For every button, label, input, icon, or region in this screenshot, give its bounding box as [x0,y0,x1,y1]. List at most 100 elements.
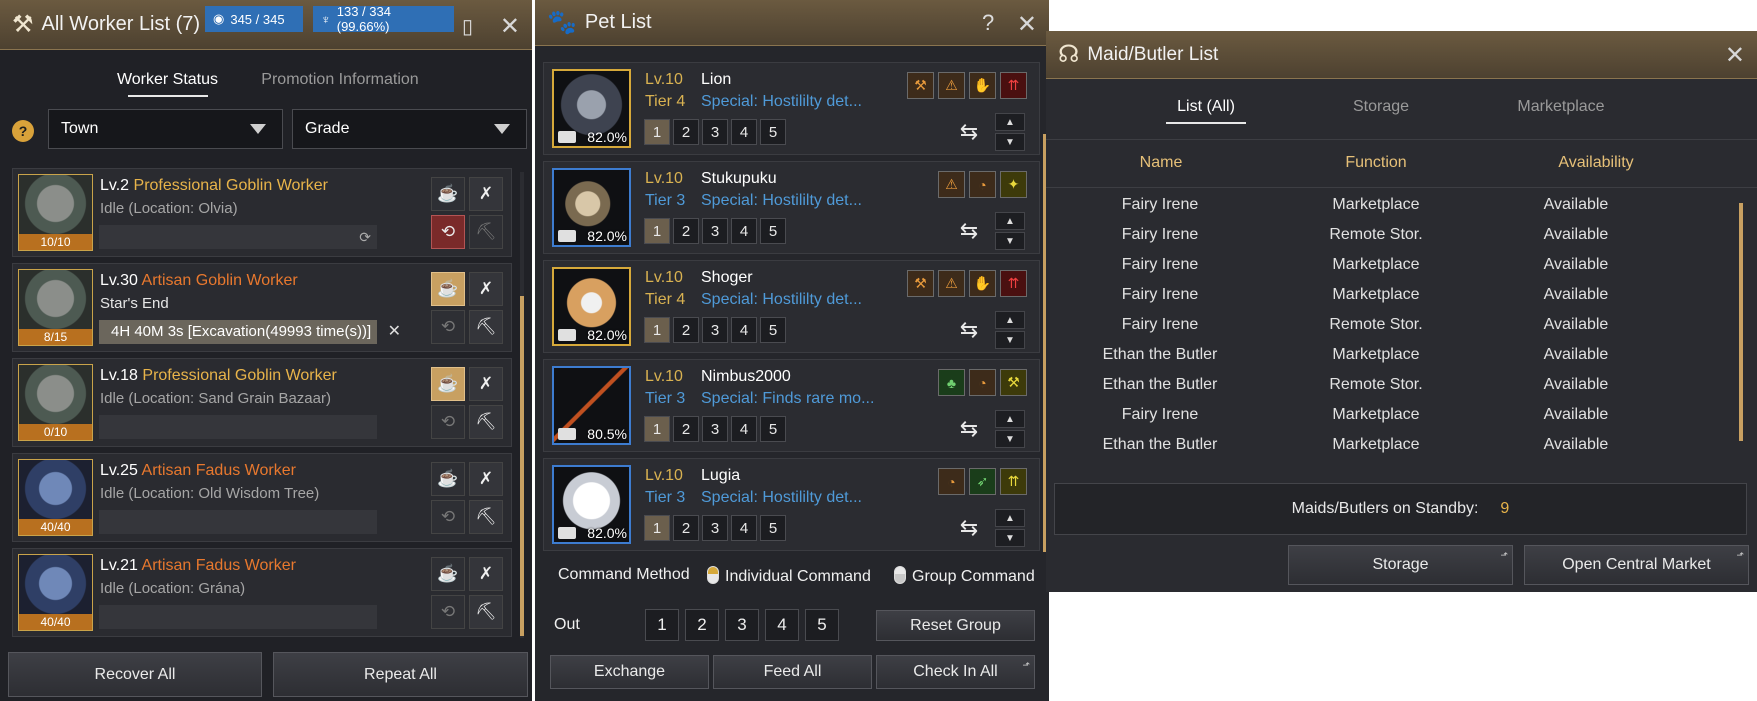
maid-row[interactable]: Fairy Irene Marketplace Available [1046,406,1736,436]
arrow-up-icon[interactable]: ▲ [995,113,1025,131]
pet-group-2-button[interactable]: 2 [673,218,699,244]
storage-button[interactable]: Storage ⬏ [1288,545,1513,585]
town-dropdown[interactable]: Town [48,109,283,149]
arrow-up-icon[interactable]: ▲ [995,212,1025,230]
pet-group-3-button[interactable]: 3 [702,416,728,442]
pet-group-1-button[interactable]: 1 [644,119,670,145]
maid-row[interactable]: Ethan the Butler Remote Stor. Available [1046,376,1736,406]
repeat-icon[interactable]: ⟲ [431,215,465,249]
worker-row[interactable]: 0/10 Lv.18 Professional Goblin Worker Id… [12,358,512,447]
maid-row[interactable]: Fairy Irene Remote Stor. Available [1046,316,1736,346]
pet-group-3-button[interactable]: 3 [702,317,728,343]
repeat-icon[interactable]: ⟲ [431,500,465,534]
pet-row[interactable]: 82.0% Lv.10 Stukupuku Tier 3 Special: Ho… [543,161,1040,254]
swap-icon[interactable]: ⇆ [951,214,987,248]
maid-row[interactable]: Fairy Irene Remote Stor. Available [1046,226,1736,256]
maid-row[interactable]: Fairy Irene Marketplace Available [1046,256,1736,286]
worker-row[interactable]: 40/40 Lv.21 Artisan Fadus Worker Idle (L… [12,548,512,637]
pet-row[interactable]: 82.0% Lv.10 Shoger Tier 4 Special: Hosti… [543,260,1040,353]
pickaxe-action-icon[interactable]: ⛏ [469,405,503,439]
pet-row[interactable]: 82.0% Lv.10 Lion Tier 4 Special: Hostili… [543,62,1040,155]
help-icon[interactable]: ? [12,120,34,142]
pickaxe-action-icon[interactable]: ⛏ [469,500,503,534]
repeat-icon[interactable]: ⟲ [431,310,465,344]
cancel-job-icon[interactable]: ✕ [388,320,401,344]
reset-group-button[interactable]: Reset Group [876,610,1035,641]
arrow-down-icon[interactable]: ▼ [995,529,1025,547]
pet-group-1-button[interactable]: 1 [644,515,670,541]
feed-all-button[interactable]: Feed All [713,655,872,689]
maid-row[interactable]: Ethan the Butler Marketplace Available [1046,436,1736,466]
close-icon[interactable]: ✕ [500,12,520,41]
out-group-5-button[interactable]: 5 [805,609,839,641]
grade-dropdown[interactable]: Grade [292,109,527,149]
swap-icon[interactable]: ⇆ [951,511,987,545]
maid-row[interactable]: Fairy Irene Marketplace Available [1046,196,1736,226]
tab-storage[interactable]: Storage [1291,98,1471,116]
out-group-3-button[interactable]: 3 [725,609,759,641]
arrow-up-icon[interactable]: ▲ [995,311,1025,329]
help-icon[interactable]: ? [982,10,994,36]
pet-row[interactable]: 82.0% Lv.10 Lugia Tier 3 Special: Hostil… [543,458,1040,551]
worker-row[interactable]: 10/10 Lv.2 Professional Goblin Worker Id… [12,168,512,257]
fire-worker-icon[interactable]: ✗ [469,272,503,306]
arrow-up-icon[interactable]: ▲ [995,509,1025,527]
document-icon[interactable]: ▯ [462,14,473,39]
worker-scrollbar-thumb[interactable] [520,296,524,636]
pet-group-5-button[interactable]: 5 [760,416,786,442]
pet-group-4-button[interactable]: 4 [731,119,757,145]
maid-row[interactable]: Fairy Irene Marketplace Available [1046,286,1736,316]
tab-promotion-information[interactable]: Promotion Information [245,71,435,89]
beer-icon[interactable]: ☕ [431,272,465,306]
beer-icon[interactable]: ☕ [431,557,465,591]
maid-scrollbar-thumb[interactable] [1739,203,1743,441]
pet-group-4-button[interactable]: 4 [731,218,757,244]
pet-group-3-button[interactable]: 3 [702,119,728,145]
arrow-down-icon[interactable]: ▼ [995,232,1025,250]
close-icon[interactable]: ✕ [1725,41,1745,70]
pet-group-2-button[interactable]: 2 [673,515,699,541]
refresh-icon[interactable]: ⟳ [359,229,371,246]
out-group-2-button[interactable]: 2 [685,609,719,641]
repeat-all-button[interactable]: Repeat All [273,652,528,697]
pet-group-2-button[interactable]: 2 [673,416,699,442]
arrow-up-icon[interactable]: ▲ [995,410,1025,428]
out-group-4-button[interactable]: 4 [765,609,799,641]
fire-worker-icon[interactable]: ✗ [469,367,503,401]
arrow-down-icon[interactable]: ▼ [995,331,1025,349]
pet-group-5-button[interactable]: 5 [760,218,786,244]
pet-group-2-button[interactable]: 2 [673,317,699,343]
arrow-down-icon[interactable]: ▼ [995,430,1025,448]
pet-group-3-button[interactable]: 3 [702,515,728,541]
swap-icon[interactable]: ⇆ [951,412,987,446]
repeat-icon[interactable]: ⟲ [431,595,465,629]
pet-group-4-button[interactable]: 4 [731,317,757,343]
beer-icon[interactable]: ☕ [431,367,465,401]
open-central-market-button[interactable]: Open Central Market ⬏ [1524,545,1749,585]
out-group-1-button[interactable]: 1 [645,609,679,641]
swap-icon[interactable]: ⇆ [951,313,987,347]
pet-group-5-button[interactable]: 5 [760,317,786,343]
recover-all-button[interactable]: Recover All [8,652,262,697]
tab-worker-status[interactable]: Worker Status [95,71,240,89]
check-in-all-button[interactable]: Check In All ⬏ [876,655,1035,689]
group-command-option[interactable]: Group Command [894,566,1035,586]
pet-group-1-button[interactable]: 1 [644,317,670,343]
individual-command-option[interactable]: Individual Command [707,566,871,586]
fire-worker-icon[interactable]: ✗ [469,177,503,211]
pet-group-4-button[interactable]: 4 [731,416,757,442]
worker-row[interactable]: 8/15 Lv.30 Artisan Goblin Worker Star's … [12,263,512,352]
exchange-button[interactable]: Exchange [550,655,709,689]
pickaxe-action-icon[interactable]: ⛏ [469,310,503,344]
worker-row[interactable]: 40/40 Lv.25 Artisan Fadus Worker Idle (L… [12,453,512,542]
beer-icon[interactable]: ☕ [431,462,465,496]
pet-group-5-button[interactable]: 5 [760,515,786,541]
maid-row[interactable]: Ethan the Butler Marketplace Available [1046,346,1736,376]
fire-worker-icon[interactable]: ✗ [469,557,503,591]
tab-marketplace[interactable]: Marketplace [1471,98,1651,116]
fire-worker-icon[interactable]: ✗ [469,462,503,496]
tab-list-all[interactable]: List (All) [1121,98,1291,116]
close-icon[interactable]: ✕ [1017,10,1037,39]
pet-group-3-button[interactable]: 3 [702,218,728,244]
pet-group-1-button[interactable]: 1 [644,416,670,442]
